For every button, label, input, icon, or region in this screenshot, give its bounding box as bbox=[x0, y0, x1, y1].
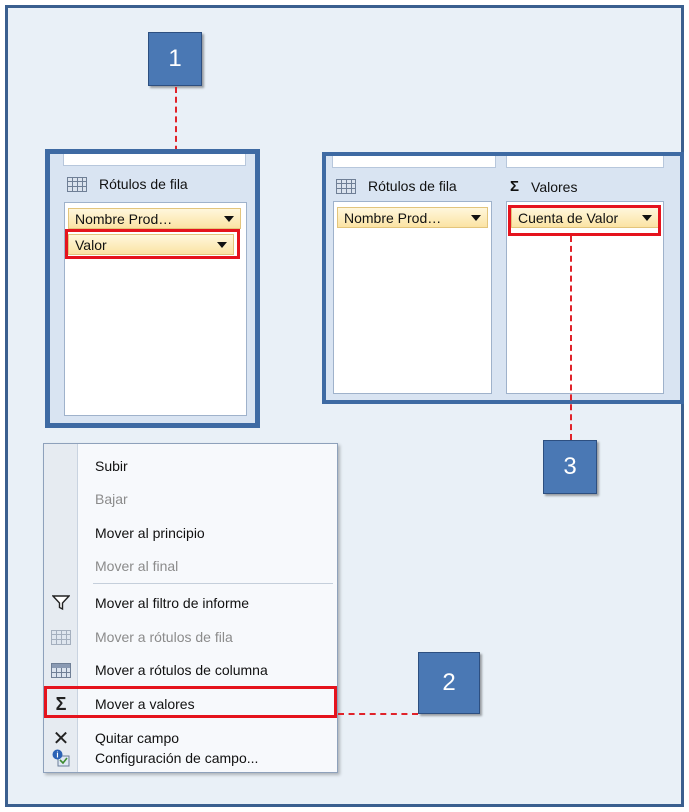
menu-item-label: Mover a rótulos de fila bbox=[95, 629, 233, 645]
menu-item-label: Mover al principio bbox=[95, 525, 205, 541]
field-settings-icon: i bbox=[50, 747, 72, 769]
panel-inner: Rótulos de fila Σ Valores Nombre Prod… C… bbox=[326, 156, 680, 400]
row-labels-title: Rótulos de fila bbox=[99, 176, 188, 192]
menu-item-label: Mover a rótulos de columna bbox=[95, 662, 268, 678]
row-labels-header: Rótulos de fila bbox=[67, 176, 188, 192]
panel-top-strip bbox=[506, 156, 664, 168]
column-labels-icon bbox=[50, 659, 72, 681]
row-labels-icon bbox=[50, 626, 72, 648]
connector-line-3 bbox=[570, 236, 572, 440]
field-nombre-producto[interactable]: Nombre Prod… bbox=[68, 208, 241, 229]
menu-item-label: Configuración de campo... bbox=[95, 750, 259, 766]
row-labels-panel-before: Rótulos de fila Nombre Prod… Valor bbox=[45, 149, 260, 428]
field-nombre-producto[interactable]: Nombre Prod… bbox=[337, 207, 488, 228]
row-labels-header: Rótulos de fila bbox=[336, 178, 457, 194]
field-label: Nombre Prod… bbox=[75, 210, 173, 227]
dropdown-arrow-icon[interactable] bbox=[471, 214, 481, 221]
menu-item-bajar[interactable]: Bajar bbox=[44, 484, 337, 514]
panel-top-strip bbox=[332, 156, 496, 168]
highlight-valor bbox=[65, 229, 240, 259]
sigma-icon: Σ bbox=[510, 178, 520, 195]
menu-item-label: Mover al filtro de informe bbox=[95, 595, 250, 611]
panel-top-strip bbox=[63, 154, 246, 166]
menu-item-mover-al-filtro[interactable]: Mover al filtro de informe bbox=[44, 588, 337, 618]
callout-1: 1 bbox=[148, 32, 202, 86]
menu-separator bbox=[93, 583, 333, 584]
filter-icon bbox=[50, 592, 72, 614]
field-label: Nombre Prod… bbox=[344, 209, 442, 226]
field-context-menu: Subir Bajar Mover al principio Mover al … bbox=[43, 443, 338, 773]
menu-item-label: Bajar bbox=[95, 491, 128, 507]
row-labels-title: Rótulos de fila bbox=[368, 178, 457, 194]
menu-item-mover-al-final[interactable]: Mover al final bbox=[44, 551, 337, 581]
menu-item-label: Subir bbox=[95, 458, 128, 474]
menu-item-mover-a-rotulos-fila[interactable]: Mover a rótulos de fila bbox=[44, 622, 337, 652]
highlight-cuenta-de-valor bbox=[508, 205, 661, 236]
row-labels-icon bbox=[336, 178, 356, 194]
svg-text:i: i bbox=[56, 751, 58, 760]
connector-line-2 bbox=[338, 713, 418, 715]
dropdown-arrow-icon[interactable] bbox=[224, 215, 234, 222]
row-labels-list[interactable]: Nombre Prod… bbox=[333, 201, 492, 394]
pivot-areas-panel-after: Rótulos de fila Σ Valores Nombre Prod… C… bbox=[322, 152, 684, 404]
menu-item-mover-a-rotulos-columna[interactable]: Mover a rótulos de columna bbox=[44, 655, 337, 685]
menu-item-subir[interactable]: Subir bbox=[44, 451, 337, 481]
callout-3: 3 bbox=[543, 440, 597, 494]
highlight-mover-a-valores bbox=[44, 686, 337, 718]
menu-item-configuracion-de-campo[interactable]: i Configuración de campo... bbox=[44, 743, 337, 773]
values-header: Σ Valores bbox=[510, 178, 577, 195]
menu-item-label: Mover al final bbox=[95, 558, 179, 574]
callout-2: 2 bbox=[418, 652, 480, 714]
panel-inner: Rótulos de fila Nombre Prod… Valor bbox=[50, 154, 255, 423]
row-labels-icon bbox=[67, 176, 87, 192]
menu-item-mover-al-principio[interactable]: Mover al principio bbox=[44, 518, 337, 548]
values-title: Valores bbox=[531, 178, 578, 195]
